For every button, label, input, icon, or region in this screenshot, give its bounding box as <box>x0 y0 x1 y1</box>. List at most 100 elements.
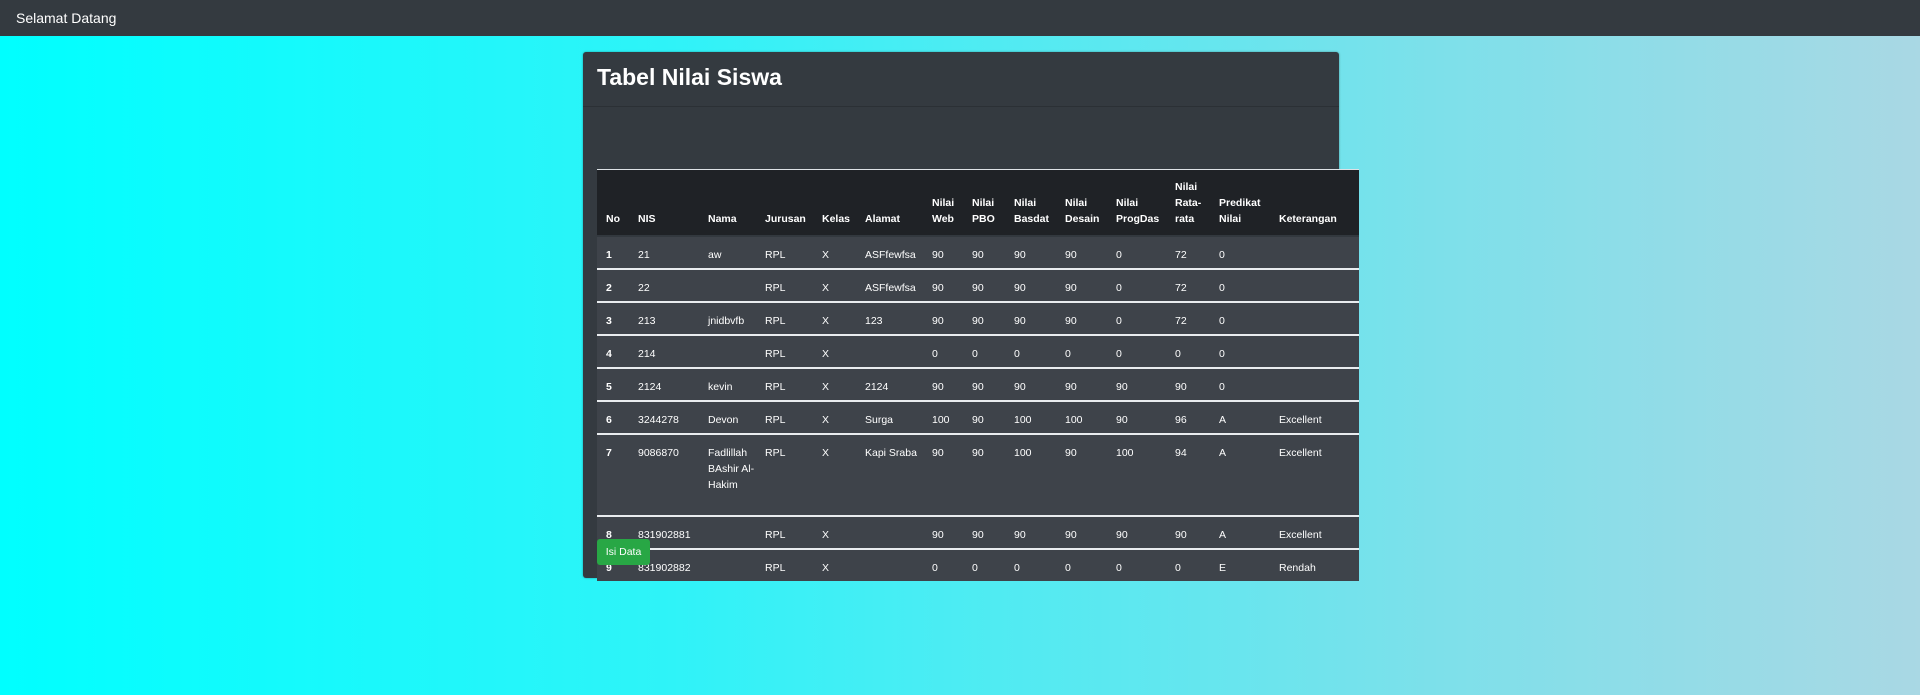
cell-nis: 9086870 <box>638 447 679 459</box>
header-jurusan: Jurusan <box>756 169 813 237</box>
page-title: Tabel Nilai Siswa <box>597 64 782 90</box>
navbar-brand[interactable]: Selamat Datang <box>16 0 116 36</box>
header-keterangan: Keterangan <box>1270 169 1359 237</box>
cell-nilai-basdat: 90 <box>1014 529 1026 541</box>
cell-kelas: X <box>822 447 830 459</box>
cell-nilai-rata-rata: 72 <box>1175 249 1187 261</box>
cell-kelas: X <box>822 348 830 360</box>
cell-keterangan: Rendah <box>1279 562 1316 574</box>
cell-jurusan: RPL <box>765 249 786 261</box>
cell-alamat: 123 <box>865 315 883 327</box>
header-nilai-progdas: Nilai ProgDas <box>1107 169 1166 237</box>
cell-alamat <box>856 549 923 581</box>
cell-predikat: E <box>1219 562 1227 574</box>
cell-nilai-rata-rata: 90 <box>1175 381 1187 393</box>
cell-jurusan: RPL <box>765 381 786 393</box>
cell-predikat: 0 <box>1219 348 1225 360</box>
cell-nilai-desain: 0 <box>1065 562 1071 574</box>
cell-nilai-web: 0 <box>932 562 938 574</box>
cell-nilai-rata-rata: 90 <box>1175 529 1187 541</box>
cell-nama: jnidbvfb <box>708 315 745 327</box>
cell-nilai-desain: 90 <box>1065 249 1077 261</box>
cell-kelas: X <box>822 315 830 327</box>
header-nilai-desain: Nilai Desain <box>1056 169 1107 237</box>
table-row: 7 9086870 Fadlillah BAshir Al-Hakim RPL … <box>597 434 1359 516</box>
cell-nama: Devon <box>708 414 739 426</box>
cell-kelas: X <box>822 381 830 393</box>
cell-nilai-desain: 90 <box>1065 282 1077 294</box>
cell-nama: Fadlillah BAshir Al-Hakim <box>708 447 755 491</box>
cell-nilai-progdas: 100 <box>1116 447 1134 459</box>
cell-kelas: X <box>822 562 830 574</box>
cell-no: 5 <box>606 381 612 393</box>
header-nis: NIS <box>629 169 699 237</box>
cell-predikat: A <box>1219 414 1227 426</box>
cell-nilai-basdat: 0 <box>1014 348 1020 360</box>
cell-nama: aw <box>708 249 722 261</box>
cell-nilai-pbo: 90 <box>972 249 984 261</box>
cell-no: 1 <box>606 249 612 261</box>
top-navbar: Selamat Datang <box>0 0 1920 36</box>
cell-nilai-progdas: 0 <box>1116 562 1122 574</box>
card-header-divider <box>583 106 1339 107</box>
cell-no: 6 <box>606 414 612 426</box>
table-row: 9 831902882 RPL X 0 0 0 0 0 0 E Rendah <box>597 549 1359 581</box>
cell-keterangan: Excellent <box>1279 414 1322 426</box>
cell-nilai-desain: 0 <box>1065 348 1071 360</box>
cell-nilai-basdat: 90 <box>1014 381 1026 393</box>
cell-predikat: A <box>1219 529 1227 541</box>
cell-nilai-rata-rata: 94 <box>1175 447 1187 459</box>
cell-keterangan <box>1270 335 1359 368</box>
cell-nis: 213 <box>638 315 656 327</box>
cell-nama <box>699 269 756 302</box>
cell-jurusan: RPL <box>765 282 786 294</box>
cell-nilai-pbo: 90 <box>972 315 984 327</box>
cell-nilai-pbo: 90 <box>972 282 984 294</box>
cell-alamat <box>856 335 923 368</box>
table-row: 5 2124 kevin RPL X 2124 90 90 90 90 90 9… <box>597 368 1359 401</box>
cell-nilai-pbo: 90 <box>972 381 984 393</box>
header-nama: Nama <box>699 169 756 237</box>
cell-nilai-desain: 90 <box>1065 315 1077 327</box>
header-kelas: Kelas <box>813 169 856 237</box>
cell-predikat: 0 <box>1219 249 1225 261</box>
cell-predikat: 0 <box>1219 381 1225 393</box>
cell-nama <box>699 516 756 549</box>
cell-nilai-progdas: 90 <box>1116 381 1128 393</box>
header-nilai-pbo: Nilai PBO <box>963 169 1005 237</box>
cell-jurusan: RPL <box>765 348 786 360</box>
grades-card: Tabel Nilai Siswa No NIS Nama Jurusan Ke… <box>583 52 1359 581</box>
cell-no: 4 <box>606 348 612 360</box>
cell-nilai-basdat: 0 <box>1014 562 1020 574</box>
cell-predikat: 0 <box>1219 282 1225 294</box>
cell-alamat: 2124 <box>865 381 889 393</box>
cell-nilai-desain: 90 <box>1065 381 1077 393</box>
grades-table: No NIS Nama Jurusan Kelas Alamat Nilai W… <box>597 169 1359 581</box>
cell-keterangan <box>1270 236 1359 269</box>
cell-alamat: ASFfewfsa <box>865 282 916 294</box>
cell-nis: 22 <box>638 282 650 294</box>
cell-nilai-web: 90 <box>932 249 944 261</box>
header-alamat: Alamat <box>856 169 923 237</box>
cell-nilai-progdas: 0 <box>1116 249 1122 261</box>
cell-nilai-basdat: 90 <box>1014 282 1026 294</box>
header-nilai-basdat: Nilai Basdat <box>1005 169 1056 237</box>
cell-nilai-pbo: 90 <box>972 447 984 459</box>
cell-nis: 2124 <box>638 381 662 393</box>
cell-keterangan: Excellent <box>1279 447 1322 459</box>
cell-nilai-web: 0 <box>932 348 938 360</box>
table-row: 4 214 RPL X 0 0 0 0 0 0 0 <box>597 335 1359 368</box>
cell-nilai-rata-rata: 96 <box>1175 414 1187 426</box>
cell-no: 2 <box>606 282 612 294</box>
cell-keterangan <box>1270 302 1359 335</box>
header-predikat-nilai: Predikat Nilai <box>1210 169 1270 237</box>
table-row: 3 213 jnidbvfb RPL X 123 90 90 90 90 0 7… <box>597 302 1359 335</box>
table-header-row: No NIS Nama Jurusan Kelas Alamat Nilai W… <box>597 169 1359 237</box>
cell-alamat: Kapi Sraba <box>865 447 917 459</box>
cell-nilai-web: 90 <box>932 381 944 393</box>
cell-nilai-pbo: 0 <box>972 562 978 574</box>
cell-nis: 21 <box>638 249 650 261</box>
cell-nilai-progdas: 90 <box>1116 529 1128 541</box>
cell-nilai-web: 90 <box>932 282 944 294</box>
isi-data-button[interactable]: Isi Data <box>597 539 650 565</box>
